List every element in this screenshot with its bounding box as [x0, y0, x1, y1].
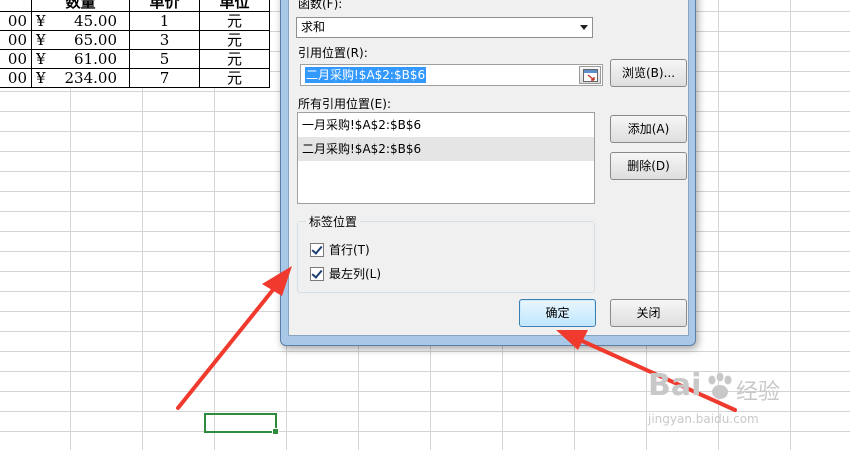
list-item-selected[interactable]: 二月采购!$A$2:$B$6 — [298, 137, 594, 161]
selected-cell[interactable] — [204, 413, 279, 435]
left-column-checkbox[interactable]: 最左列(L) — [310, 266, 381, 282]
checkbox-checked-icon[interactable] — [310, 266, 324, 281]
qty-value: 65.00 — [74, 31, 117, 49]
data-table: 数量 单价 单位 00 ¥45.00 1 元 00 ¥65.00 3 元 00 … — [0, 0, 270, 88]
label-position-group: 标签位置 首行(T) 最左列(L) — [297, 213, 595, 293]
table-cell-qty[interactable]: ¥234.00 — [31, 68, 130, 88]
table-row: 00 ¥61.00 5 元 — [0, 49, 270, 69]
table-cell-qty[interactable]: ¥65.00 — [31, 30, 130, 50]
reference-label: 引用位置(R): — [298, 46, 368, 60]
function-label: 函数(F): — [298, 0, 343, 11]
table-cell-price[interactable]: 1 — [129, 11, 200, 31]
table-cell-price[interactable]: 5 — [129, 49, 200, 69]
browse-button[interactable]: 浏览(B)... — [610, 59, 687, 87]
consolidate-dialog: 函数(F): 求和 引用位置(R): 二月采购!$A$2:$B$6 浏览(B).… — [280, 0, 696, 346]
column-header-unit[interactable]: 单位 — [199, 0, 270, 12]
currency-symbol: ¥ — [36, 12, 46, 30]
currency-symbol: ¥ — [36, 69, 46, 87]
table-cell[interactable] — [0, 0, 32, 12]
table-row: 00 ¥234.00 7 元 — [0, 68, 270, 88]
table-cell-qty[interactable]: ¥61.00 — [31, 49, 130, 69]
close-button[interactable]: 关闭 — [610, 299, 687, 327]
first-row-checkbox[interactable]: 首行(T) — [310, 242, 370, 258]
list-item[interactable]: 一月采购!$A$2:$B$6 — [298, 113, 594, 137]
qty-value: 45.00 — [74, 12, 117, 30]
dialog-body: 函数(F): 求和 引用位置(R): 二月采购!$A$2:$B$6 浏览(B).… — [288, 0, 689, 336]
reference-input-value: 二月采购!$A$2:$B$6 — [305, 67, 427, 83]
function-select[interactable]: 求和 — [296, 17, 593, 38]
range-select-icon — [583, 69, 598, 82]
ok-button[interactable]: 确定 — [519, 299, 596, 327]
chevron-down-icon[interactable] — [580, 25, 588, 30]
reference-input[interactable]: 二月采购!$A$2:$B$6 — [300, 64, 603, 86]
column-header-qty[interactable]: 数量 — [31, 0, 130, 12]
table-header-row: 数量 单价 单位 — [0, 0, 270, 12]
table-cell-unit[interactable]: 元 — [199, 49, 270, 69]
group-title: 标签位置 — [306, 213, 361, 230]
currency-symbol: ¥ — [36, 50, 46, 68]
table-cell-unit[interactable]: 元 — [199, 68, 270, 88]
qty-value: 234.00 — [64, 69, 118, 87]
first-row-label: 首行(T) — [329, 243, 370, 257]
table-cell[interactable]: 00 — [0, 49, 32, 69]
table-row: 00 ¥45.00 1 元 — [0, 11, 270, 31]
table-cell-price[interactable]: 7 — [129, 68, 200, 88]
table-cell[interactable]: 00 — [0, 30, 32, 50]
table-row: 00 ¥65.00 3 元 — [0, 30, 270, 50]
table-cell-unit[interactable]: 元 — [199, 30, 270, 50]
add-button[interactable]: 添加(A) — [610, 115, 687, 143]
table-cell[interactable]: 00 — [0, 11, 32, 31]
table-cell-qty[interactable]: ¥45.00 — [31, 11, 130, 31]
qty-value: 61.00 — [74, 50, 117, 68]
table-cell-price[interactable]: 3 — [129, 30, 200, 50]
table-cell-unit[interactable]: 元 — [199, 11, 270, 31]
table-cell[interactable]: 00 — [0, 68, 32, 88]
all-references-label: 所有引用位置(E): — [298, 97, 391, 111]
column-header-price[interactable]: 单价 — [129, 0, 200, 12]
function-select-value: 求和 — [301, 20, 326, 34]
checkbox-checked-icon[interactable] — [310, 242, 324, 257]
delete-button[interactable]: 删除(D) — [610, 152, 687, 180]
all-references-list[interactable]: 一月采购!$A$2:$B$6 二月采购!$A$2:$B$6 — [297, 112, 595, 204]
currency-symbol: ¥ — [36, 31, 46, 49]
left-column-label: 最左列(L) — [329, 267, 382, 281]
collapse-dialog-button[interactable] — [579, 66, 601, 84]
